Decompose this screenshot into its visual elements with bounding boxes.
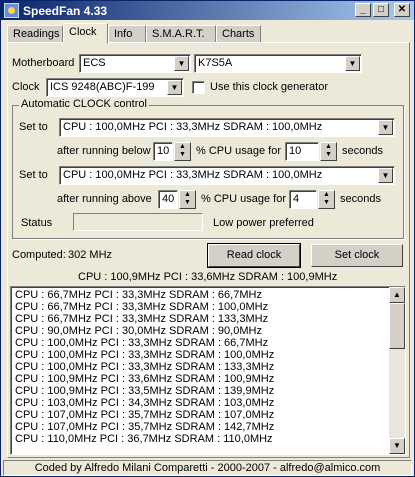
low-power-preferred-text: Low power preferred [213, 217, 314, 229]
set-to-high-select[interactable]: CPU : 100,0MHz PCI : 33,3MHz SDRAM : 100… [59, 166, 395, 185]
motherboard-label: Motherboard [12, 57, 75, 69]
status-bar: Coded by Alfredo Milani Comparetti - 200… [3, 460, 412, 476]
clock-label: Clock [12, 81, 40, 93]
title-bar[interactable]: SpeedFan 4.33 _ □ ✕ [1, 1, 414, 20]
spin-down-icon[interactable]: ▼ [180, 199, 195, 207]
computed-label: Computed: [12, 249, 66, 261]
motherboard-model-value: K7S5A [198, 57, 233, 69]
speedfan-app-icon [4, 3, 19, 18]
set-to-label: Set to [19, 121, 48, 133]
clock-settings-list[interactable]: CPU : 66,7MHz PCI : 33,3MHz SDRAM : 66,7… [10, 286, 406, 455]
chevron-down-icon[interactable]: ▼ [378, 120, 393, 135]
current-clock-text: CPU : 100,9MHz PCI : 33,6MHz SDRAM : 100… [78, 271, 338, 283]
set-to-low-value: CPU : 100,0MHz PCI : 33,3MHz SDRAM : 100… [63, 121, 323, 133]
above-percent-value: 40 [162, 193, 175, 205]
below-seconds-value: 10 [289, 145, 302, 157]
motherboard-vendor-value: ECS [83, 57, 106, 69]
chevron-down-icon[interactable]: ▼ [378, 168, 393, 183]
below-percent-input[interactable]: 10 [153, 142, 173, 161]
below-percent-spinner[interactable]: ▲ ▼ [174, 142, 191, 161]
above-seconds-spinner[interactable]: ▲ ▼ [318, 190, 335, 209]
list-item[interactable]: CPU : 107,0MHz PCI : 35,7MHz SDRAM : 107… [11, 409, 405, 421]
seconds-label: seconds [340, 193, 381, 205]
above-seconds-value: 4 [293, 193, 300, 205]
cpu-usage-label: % CPU usage for [196, 145, 281, 157]
running-below-label: after running below [57, 145, 151, 157]
tab-clock[interactable]: Clock [63, 23, 108, 44]
spin-down-icon[interactable]: ▼ [321, 151, 336, 159]
scroll-down-icon[interactable]: ▼ [389, 438, 405, 454]
tab-smart[interactable]: S.M.A.R.T. [146, 25, 216, 43]
chevron-down-icon[interactable]: ▼ [167, 80, 182, 95]
maximize-button[interactable]: □ [373, 3, 389, 17]
list-item[interactable]: CPU : 100,9MHz PCI : 33,5MHz SDRAM : 139… [11, 385, 405, 397]
automatic-clock-control-legend: Automatic CLOCK control [19, 98, 149, 110]
list-item[interactable]: CPU : 100,0MHz PCI : 33,3MHz SDRAM : 133… [11, 361, 405, 373]
list-item[interactable]: CPU : 103,0MHz PCI : 34,3MHz SDRAM : 103… [11, 397, 405, 409]
close-button[interactable]: ✕ [394, 3, 410, 17]
cpu-usage-label: % CPU usage for [201, 193, 286, 205]
tab-charts[interactable]: Charts [216, 25, 261, 43]
set-to-label: Set to [19, 169, 48, 181]
list-item[interactable]: CPU : 107,0MHz PCI : 35,7MHz SDRAM : 142… [11, 421, 405, 433]
automatic-clock-control-group: Automatic CLOCK control Set to CPU : 100… [12, 98, 404, 239]
tab-info[interactable]: Info [108, 25, 146, 43]
above-seconds-input[interactable]: 4 [289, 190, 317, 209]
vertical-scrollbar[interactable]: ▲ ▼ [389, 287, 405, 454]
use-clock-generator-label: Use this clock generator [210, 81, 328, 93]
list-item[interactable]: CPU : 100,9MHz PCI : 33,6MHz SDRAM : 100… [11, 373, 405, 385]
list-item[interactable]: CPU : 66,7MHz PCI : 33,3MHz SDRAM : 133,… [11, 313, 405, 325]
tab-readings[interactable]: Readings [7, 25, 63, 43]
motherboard-model-select[interactable]: K7S5A ▼ [194, 54, 362, 73]
chevron-down-icon[interactable]: ▼ [174, 56, 189, 71]
minimize-button[interactable]: _ [355, 3, 371, 17]
spin-down-icon[interactable]: ▼ [175, 151, 190, 159]
status-field [73, 213, 203, 231]
motherboard-vendor-select[interactable]: ECS ▼ [79, 54, 191, 73]
above-percent-input[interactable]: 40 [158, 190, 178, 209]
spin-up-icon[interactable]: ▲ [180, 191, 195, 199]
set-to-low-select[interactable]: CPU : 100,0MHz PCI : 33,3MHz SDRAM : 100… [59, 118, 395, 137]
list-item[interactable]: CPU : 100,0MHz PCI : 33,3MHz SDRAM : 66,… [11, 337, 405, 349]
read-clock-button[interactable]: Read clock [207, 243, 301, 268]
scroll-up-icon[interactable]: ▲ [389, 287, 405, 303]
chevron-down-icon[interactable]: ▼ [345, 56, 360, 71]
set-to-high-value: CPU : 100,0MHz PCI : 33,3MHz SDRAM : 100… [63, 169, 323, 181]
list-item[interactable]: CPU : 66,7MHz PCI : 33,3MHz SDRAM : 100,… [11, 301, 405, 313]
list-item[interactable]: CPU : 66,7MHz PCI : 33,3MHz SDRAM : 66,7… [11, 289, 405, 301]
seconds-label: seconds [342, 145, 383, 157]
window-title: SpeedFan 4.33 [23, 4, 108, 18]
list-item[interactable]: CPU : 90,0MHz PCI : 30,0MHz SDRAM : 90,0… [11, 325, 405, 337]
use-clock-generator-checkbox[interactable] [192, 81, 205, 94]
clock-tab-panel: Motherboard ECS ▼ K7S5A ▼ Clock ICS 9248… [7, 42, 410, 458]
spin-up-icon[interactable]: ▲ [319, 191, 334, 199]
set-clock-button[interactable]: Set clock [311, 244, 403, 267]
spin-down-icon[interactable]: ▼ [319, 199, 334, 207]
below-seconds-spinner[interactable]: ▲ ▼ [320, 142, 337, 161]
speedfan-window: SpeedFan 4.33 _ □ ✕ Readings Clock Info … [0, 0, 415, 477]
list-item[interactable]: CPU : 110,0MHz PCI : 36,7MHz SDRAM : 110… [11, 433, 405, 445]
spin-up-icon[interactable]: ▲ [321, 143, 336, 151]
spin-up-icon[interactable]: ▲ [175, 143, 190, 151]
below-percent-value: 10 [157, 145, 170, 157]
computed-value: 302 MHz [68, 249, 113, 261]
running-above-label: after running above [57, 193, 152, 205]
clock-generator-value: ICS 9248(ABC)F-199 [50, 81, 155, 93]
status-label: Status [21, 217, 53, 229]
below-seconds-input[interactable]: 10 [285, 142, 319, 161]
clock-generator-select[interactable]: ICS 9248(ABC)F-199 ▼ [46, 78, 184, 97]
scrollbar-thumb[interactable] [389, 303, 405, 349]
clock-list-rows: CPU : 66,7MHz PCI : 33,3MHz SDRAM : 66,7… [11, 287, 405, 445]
list-item[interactable]: CPU : 100,0MHz PCI : 33,3MHz SDRAM : 100… [11, 349, 405, 361]
above-percent-spinner[interactable]: ▲ ▼ [179, 190, 196, 209]
